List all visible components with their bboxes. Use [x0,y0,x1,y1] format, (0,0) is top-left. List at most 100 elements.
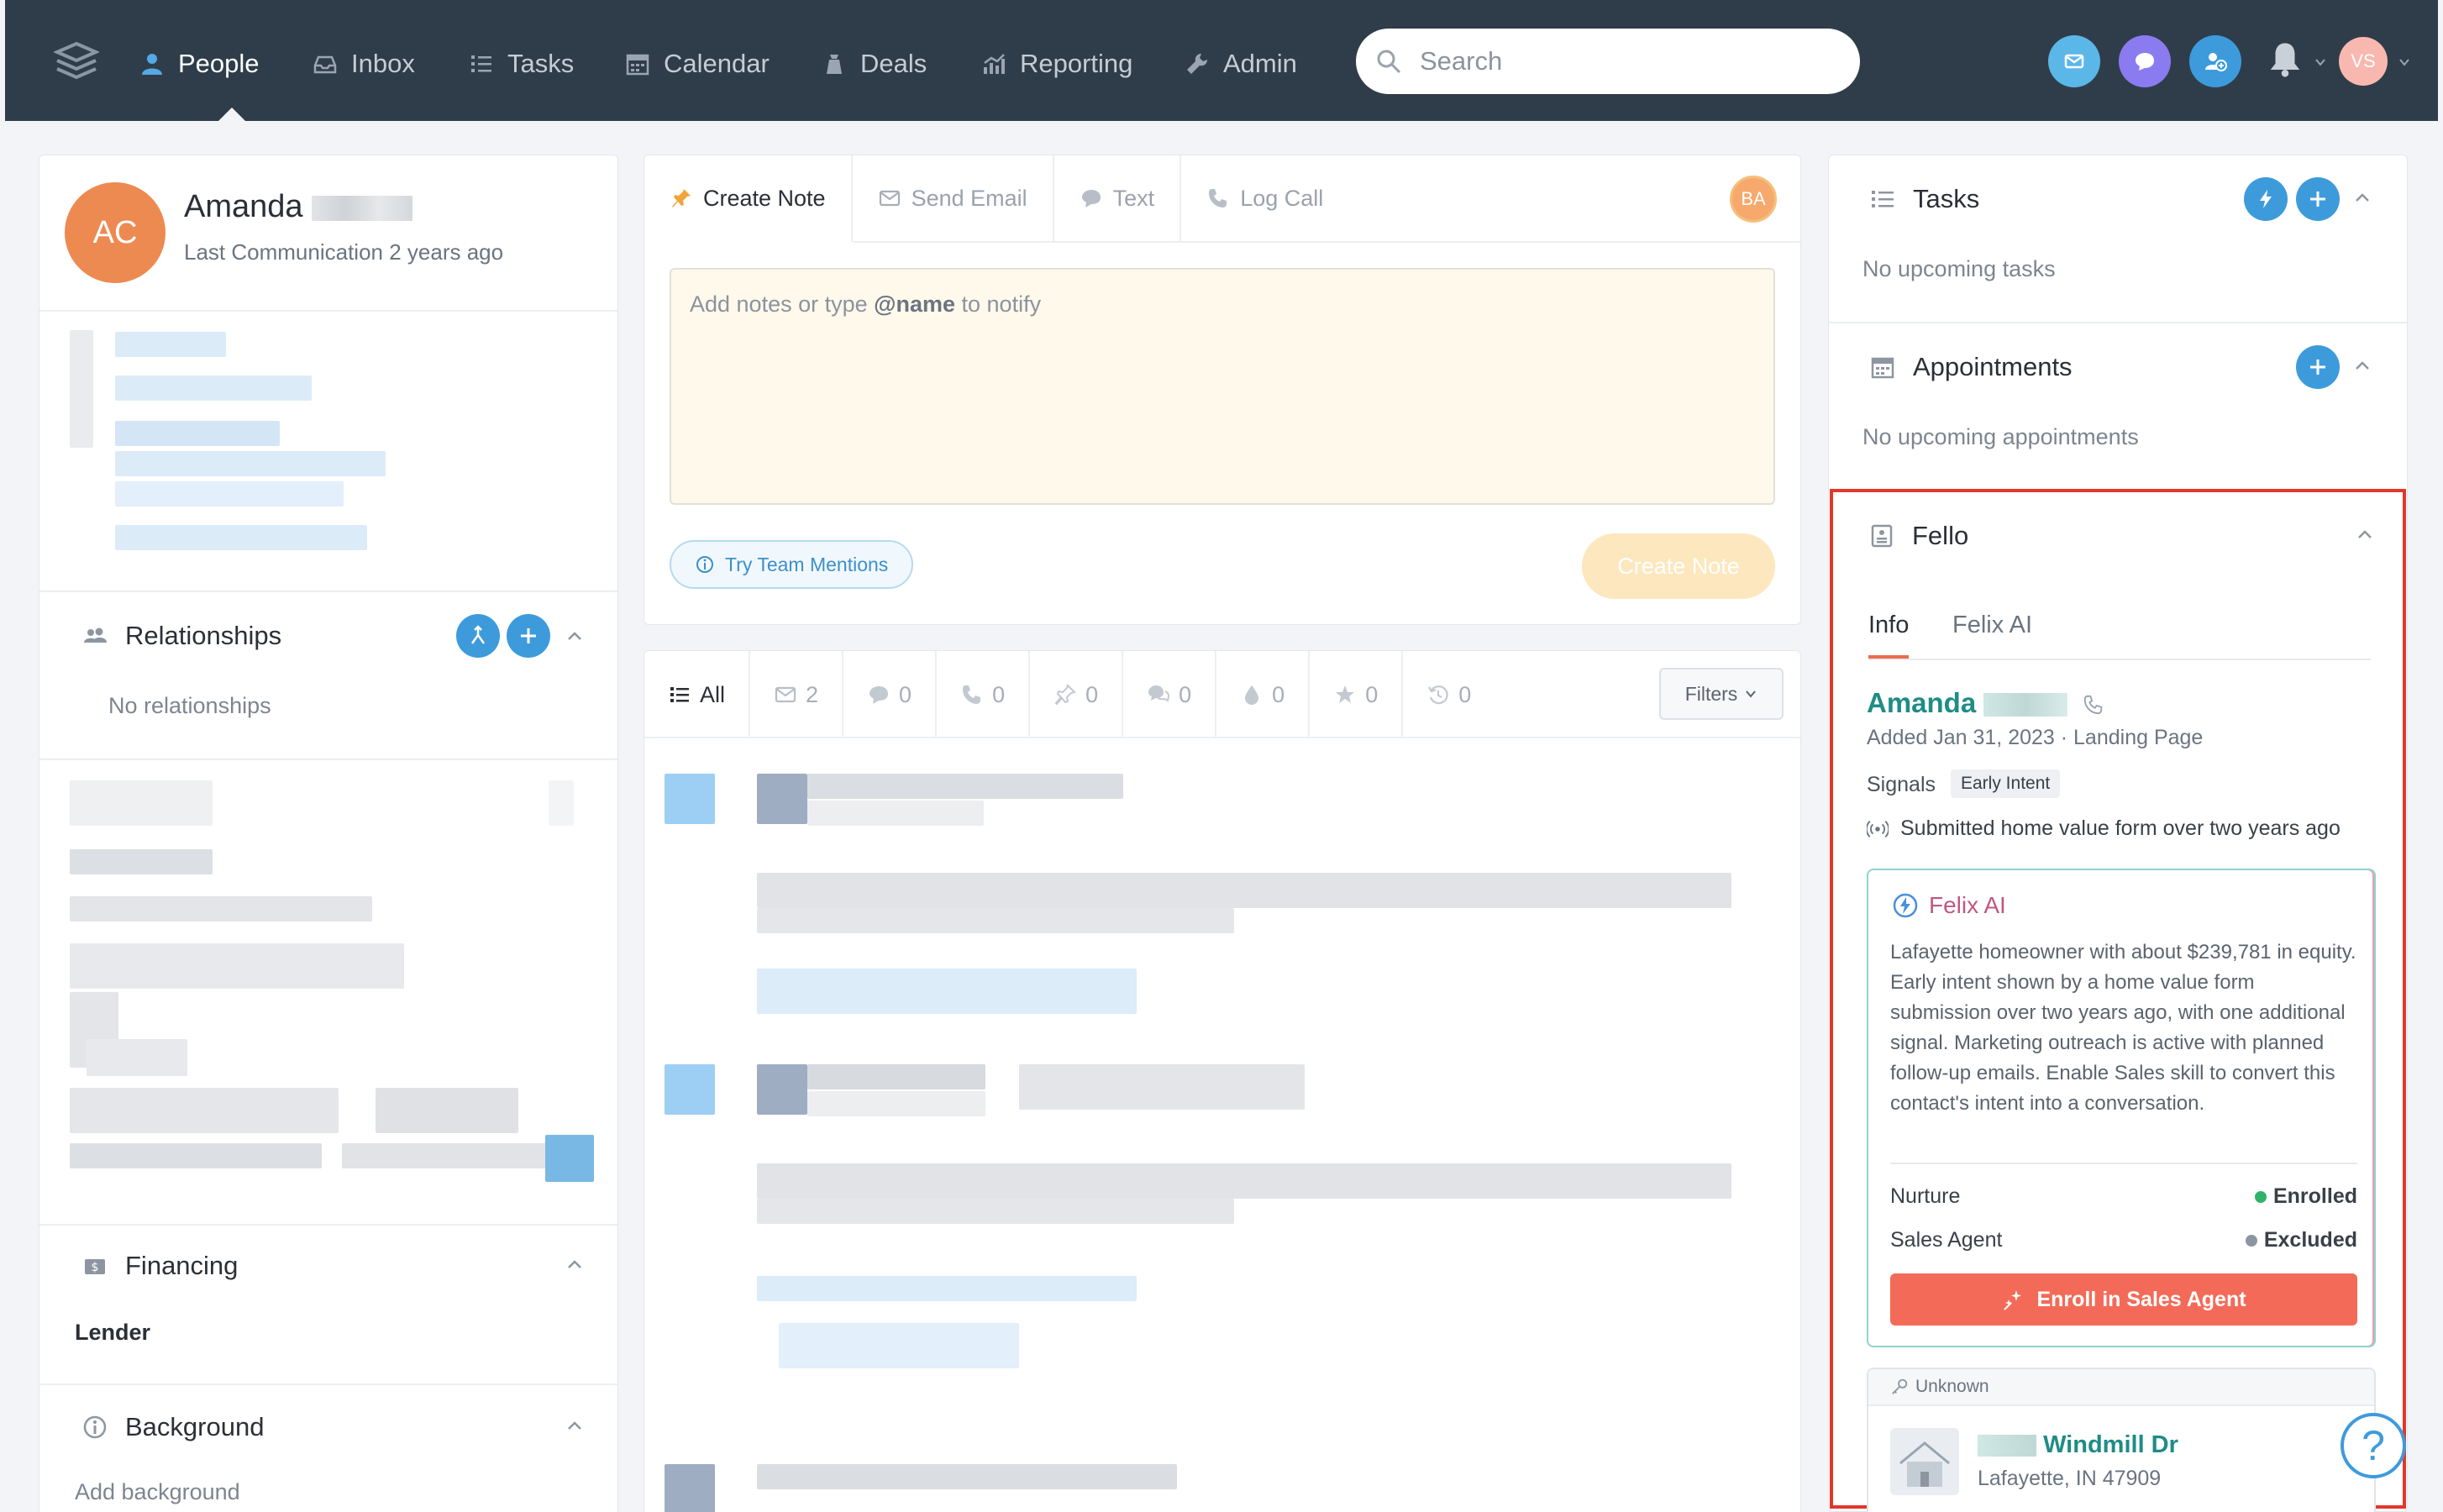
user-menu-chevron-down-icon[interactable] [2398,55,2411,69]
history-icon [1428,685,1448,705]
redacted-last-name [312,195,413,221]
email-icon [775,686,796,703]
tasks-empty: No upcoming tasks [1862,256,2056,281]
property-card[interactable]: Unknown Windmill Dr Lafayette, IN 47909 [1867,1368,2376,1512]
add-task-button[interactable] [2296,177,2340,221]
nav-admin-label: Admin [1223,49,1297,78]
add-person-icon [2205,53,2227,71]
filter-notes[interactable]: 0 [1030,651,1124,738]
nurture-label: Nurture [1890,1184,1961,1208]
add-relationship-button[interactable] [507,614,550,658]
filter-calls[interactable]: 0 [937,651,1031,738]
filter-all[interactable]: All [644,651,749,738]
background-chevron-up-icon[interactable] [565,1417,584,1436]
financing-chevron-up-icon[interactable] [565,1256,584,1274]
felix-ai-header: Felix AI [1892,892,2006,919]
add-contact-button[interactable] [2189,35,2241,87]
filter-drips[interactable]: 0 [1216,651,1311,738]
info-icon [83,1415,107,1439]
divider [39,1224,617,1226]
lightning-icon [2260,190,2272,208]
note-textarea[interactable]: Add notes or type @name to notify [670,268,1775,505]
redacted-house-number [1978,1435,2036,1457]
assignee-avatar[interactable]: BA [1730,176,1777,223]
tab-text[interactable]: Text [1053,155,1182,243]
notifications-button[interactable] [2260,34,2310,84]
deals-icon [827,55,842,74]
add-background-link[interactable]: Add background [75,1479,240,1505]
assignee-initials: BA [1741,188,1766,209]
lender-label: Lender [75,1320,151,1345]
filter-starred-count: 0 [1365,681,1379,707]
add-appointment-button[interactable] [2296,345,2340,389]
filter-history-count: 0 [1458,681,1472,707]
background-header: Background [81,1412,264,1442]
wrench-icon [1187,53,1208,74]
nav-admin[interactable]: Admin [1185,44,1297,84]
notifications-chevron-down-icon[interactable] [2314,55,2327,69]
person-icon [142,54,162,75]
house-thumbnail [1890,1428,1959,1495]
email-button[interactable] [2048,35,2100,87]
nav-inbox-label: Inbox [351,49,415,78]
tab-send-email[interactable]: Send Email [852,155,1054,243]
filter-starred[interactable]: 0 [1310,651,1404,738]
nav-calendar-label: Calendar [664,49,770,78]
filter-notes-count: 0 [1085,681,1099,707]
nav-people[interactable]: People [139,44,260,84]
tab-info[interactable]: Info [1868,612,1910,659]
filter-messages[interactable]: 0 [1123,651,1217,738]
sparkles-icon [2004,1290,2022,1310]
phone-icon [963,685,981,704]
try-team-mentions-button[interactable]: Try Team Mentions [670,540,914,589]
nav-inbox[interactable]: Inbox [313,44,415,84]
nav-tasks-label: Tasks [507,49,575,78]
filter-history[interactable]: 0 [1403,651,1495,738]
divider [39,1383,617,1385]
nav-calendar[interactable]: Calendar [625,44,770,84]
nav-reporting[interactable]: Reporting [981,44,1132,84]
lead-name[interactable]: Amanda [1867,687,2104,719]
background-title: Background [125,1412,265,1441]
fello-header: Fello [1868,521,1968,551]
tasks-chevron-up-icon[interactable] [2353,189,2372,207]
enroll-sales-agent-button[interactable]: Enroll in Sales Agent [1890,1273,2357,1326]
nav-tasks[interactable]: Tasks [469,44,574,84]
filter-texts[interactable]: 0 [843,651,938,738]
lead-first-name: Amanda [1867,687,1977,718]
list-icon [670,687,689,702]
appointments-chevron-up-icon[interactable] [2353,357,2372,375]
chat-button[interactable] [2119,35,2171,87]
link-relationship-button[interactable] [456,614,500,658]
appointments-title: Appointments [1913,352,2073,381]
help-button[interactable]: ? [2341,1413,2406,1478]
search-input[interactable] [1420,46,1823,76]
tab-log-call-label: Log Call [1240,185,1324,211]
spark-icon [1893,893,1918,918]
tab-log-call[interactable]: Log Call [1181,155,1349,243]
note-composer: Create Note Send Email Text Log Call BA … [644,155,1801,625]
filters-dropdown-button[interactable]: Filters [1659,668,1784,720]
fello-chevron-up-icon[interactable] [2356,526,2374,544]
relationships-title: Relationships [125,621,282,650]
phone-icon[interactable] [2083,694,2104,716]
tab-felix-ai[interactable]: Felix AI [1952,612,2032,639]
filter-calls-count: 0 [992,681,1006,707]
quick-task-button[interactable] [2244,177,2288,221]
appointments-empty: No upcoming appointments [1862,424,2139,449]
create-note-button[interactable]: Create Note [1582,533,1775,599]
property-city: Lafayette, IN 47909 [1978,1467,2162,1490]
user-avatar[interactable]: VS [2339,37,2388,86]
search-box[interactable] [1356,29,1860,94]
plus-icon [521,628,536,643]
filter-emails-count: 2 [806,681,819,707]
tab-create-note[interactable]: Create Note [644,155,853,243]
app-logo-icon[interactable] [54,40,99,82]
messages-icon [1148,685,1170,702]
nav-deals-label: Deals [860,49,927,78]
property-street: Windmill Dr [1978,1431,2178,1459]
filter-emails[interactable]: 2 [749,651,844,738]
felix-ai-title: Felix AI [1929,892,2006,918]
relationships-chevron-up-icon[interactable] [565,627,584,646]
nav-deals[interactable]: Deals [822,44,927,84]
